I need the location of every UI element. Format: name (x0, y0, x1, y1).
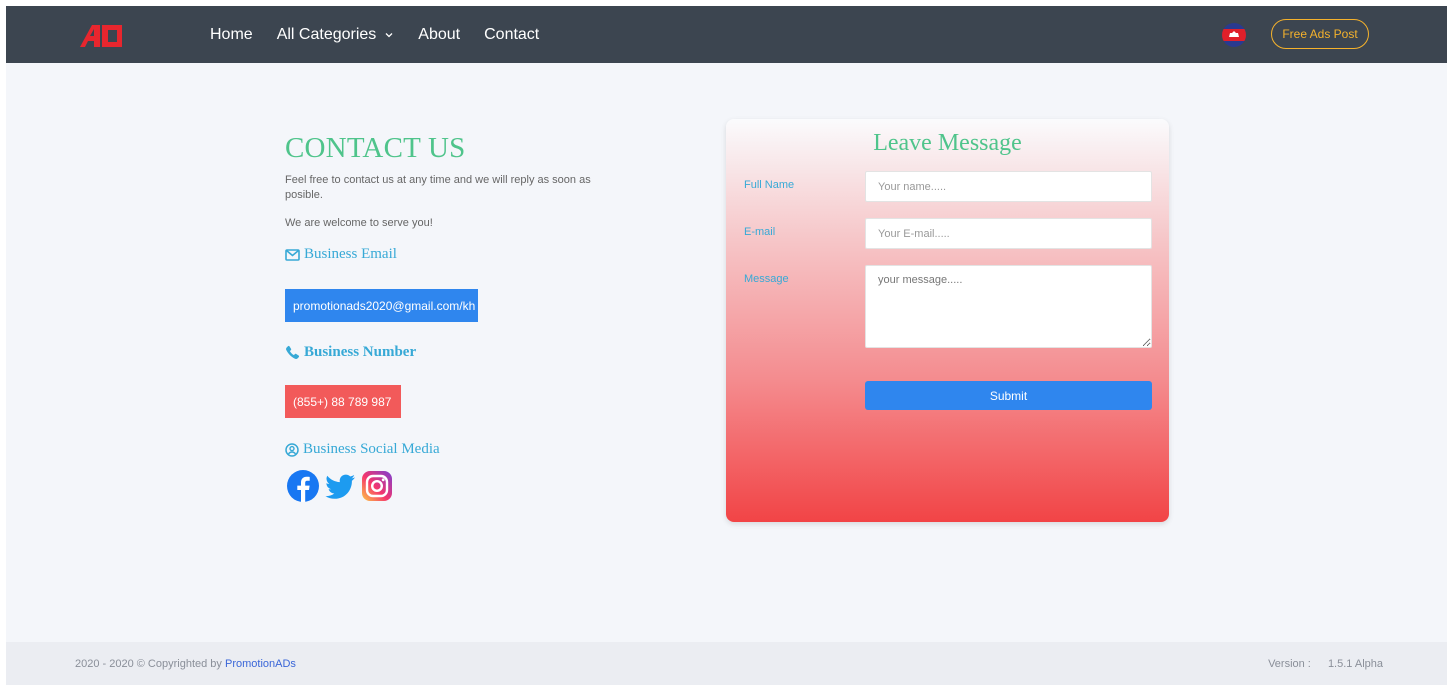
top-navbar: Home All Categories About Contact Free A… (6, 6, 1447, 63)
nav-links: Home All Categories About Contact (210, 6, 563, 63)
user-circle-icon (285, 442, 299, 457)
nav-home[interactable]: Home (210, 26, 253, 44)
message-label: Message (744, 273, 789, 285)
nav-contact[interactable]: Contact (484, 26, 539, 44)
footer-version-value: 1.5.1 Alpha (1327, 658, 1383, 670)
footer-years: 2020 - 2020 © Copyrighted by (75, 658, 222, 670)
fullname-label: Full Name (744, 179, 795, 191)
nav-about[interactable]: About (418, 26, 460, 44)
submit-button[interactable]: Submit (865, 381, 1152, 410)
business-number-value[interactable]: (855+) 88 789 987 (285, 385, 401, 418)
contact-title: CONTACT US (285, 132, 466, 164)
email-input[interactable] (865, 218, 1152, 249)
nav-all-categories[interactable]: All Categories (277, 26, 395, 44)
footer-copyright: 2020 - 2020 © Copyrighted by PromotionAD… (75, 658, 296, 670)
message-textarea[interactable] (865, 265, 1152, 348)
business-number-heading-label: Business Number (304, 344, 417, 360)
brand-logo[interactable] (78, 23, 134, 47)
leave-message-card: Leave Message Full Name E-mail Message S… (726, 119, 1169, 522)
fullname-input[interactable] (865, 171, 1152, 202)
phone-icon (286, 345, 300, 359)
email-label: E-mail (744, 226, 776, 238)
envelope-icon (285, 248, 300, 261)
leave-message-title: Leave Message (873, 130, 1022, 156)
footer-brand-link[interactable]: PromotionADs (225, 658, 296, 670)
chevron-down-icon (385, 32, 393, 37)
business-social-heading: Business Social Media (285, 441, 440, 458)
business-email-heading: Business Email (285, 246, 397, 263)
footer-version-label: Version : (1268, 658, 1311, 670)
cambodia-flag-icon[interactable] (1222, 23, 1246, 47)
business-email-value[interactable]: promotionads2020@gmail.com/kh (285, 289, 478, 322)
business-email-heading-label: Business Email (304, 246, 397, 262)
footer-version: Version : 1.5.1 Alpha (1268, 658, 1383, 670)
instagram-icon[interactable] (361, 470, 393, 502)
business-social-heading-label: Business Social Media (303, 441, 440, 457)
footer: 2020 - 2020 © Copyrighted by PromotionAD… (6, 642, 1447, 685)
free-ads-post-button[interactable]: Free Ads Post (1271, 19, 1369, 49)
page: Home All Categories About Contact Free A… (6, 6, 1447, 685)
twitter-icon[interactable] (324, 470, 356, 502)
business-number-heading: Business Number (285, 344, 416, 361)
social-icons (287, 470, 393, 502)
facebook-icon[interactable] (287, 470, 319, 502)
nav-all-categories-label: All Categories (276, 25, 377, 43)
contact-intro: Feel free to contact us at any time and … (285, 174, 591, 201)
contact-welcome: We are welcome to serve you! (285, 217, 433, 229)
